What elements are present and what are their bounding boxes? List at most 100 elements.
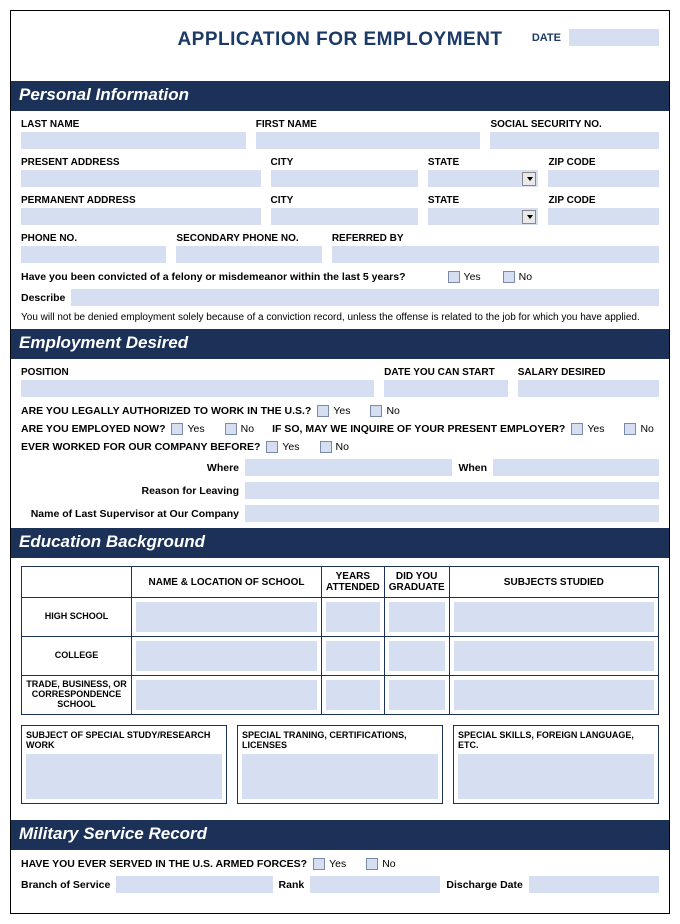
trade-name-input[interactable]	[136, 680, 317, 710]
training-input[interactable]	[242, 754, 438, 799]
label-discharge: Discharge Date	[446, 879, 522, 891]
served-question: HAVE YOU EVER SERVED IN THE U.S. ARMED F…	[21, 858, 307, 870]
rank-input[interactable]	[310, 876, 440, 893]
hs-graduate-input[interactable]	[389, 602, 445, 632]
hs-name-input[interactable]	[136, 602, 317, 632]
education-table: NAME & LOCATION OF SCHOOL YEARS ATTENDED…	[21, 566, 659, 715]
label-reason-leaving: Reason for Leaving	[21, 485, 239, 497]
page-title: APPLICATION FOR EMPLOYMENT	[177, 29, 502, 51]
label-describe: Describe	[21, 292, 65, 304]
trade-subjects-input[interactable]	[454, 680, 654, 710]
th-name-loc: NAME & LOCATION OF SCHOOL	[132, 567, 322, 598]
college-name-input[interactable]	[136, 641, 317, 671]
label-special-study: SUBJECT OF SPECIAL STUDY/RESEARCH WORK	[26, 730, 222, 750]
label-last-name: LAST NAME	[21, 119, 246, 130]
label-position: POSITION	[21, 367, 374, 378]
salary-input[interactable]	[518, 380, 659, 397]
college-subjects-input[interactable]	[454, 641, 654, 671]
hs-subjects-input[interactable]	[454, 602, 654, 632]
supervisor-input[interactable]	[245, 505, 659, 522]
form-page: APPLICATION FOR EMPLOYMENT DATE Personal…	[10, 10, 670, 914]
table-row: COLLEGE	[22, 637, 659, 676]
zip1-input[interactable]	[548, 170, 659, 187]
checkbox-icon	[503, 271, 515, 283]
felony-yes[interactable]: Yes	[448, 271, 481, 283]
inquire-no[interactable]: No	[624, 423, 653, 435]
secondary-phone-input[interactable]	[176, 246, 321, 263]
referred-by-input[interactable]	[332, 246, 659, 263]
branch-input[interactable]	[116, 876, 272, 893]
where-input[interactable]	[245, 459, 452, 476]
worked-before-yes[interactable]: Yes	[266, 441, 299, 453]
row-college: COLLEGE	[22, 637, 132, 676]
authorized-yes[interactable]: Yes	[317, 405, 350, 417]
college-graduate-input[interactable]	[389, 641, 445, 671]
worked-before-no[interactable]: No	[320, 441, 349, 453]
felony-no[interactable]: No	[503, 271, 532, 283]
section-military: Military Service Record	[11, 820, 669, 850]
checkbox-icon	[370, 405, 382, 417]
last-name-input[interactable]	[21, 132, 246, 149]
skills-input[interactable]	[458, 754, 654, 799]
th-subjects: SUBJECTS STUDIED	[449, 567, 658, 598]
row-trade: TRADE, BUSINESS, OR CORRESPONDENCE SCHOO…	[22, 676, 132, 715]
discharge-input[interactable]	[529, 876, 659, 893]
served-yes[interactable]: Yes	[313, 858, 346, 870]
authorized-question: ARE YOU LEGALLY AUTHORIZED TO WORK IN TH…	[21, 405, 311, 417]
when-input[interactable]	[493, 459, 659, 476]
inquire-yes[interactable]: Yes	[571, 423, 604, 435]
position-input[interactable]	[21, 380, 374, 397]
college-years-input[interactable]	[326, 641, 380, 671]
skills-box: SPECIAL SKILLS, FOREIGN LANGUAGE, ETC.	[453, 725, 659, 804]
table-row: HIGH SCHOOL	[22, 598, 659, 637]
label-rank: Rank	[279, 879, 305, 891]
checkbox-icon	[225, 423, 237, 435]
state1-select[interactable]	[428, 170, 539, 187]
checkbox-icon	[171, 423, 183, 435]
employed-yes[interactable]: Yes	[171, 423, 204, 435]
table-row: TRADE, BUSINESS, OR CORRESPONDENCE SCHOO…	[22, 676, 659, 715]
label-secondary-phone: SECONDARY PHONE NO.	[176, 233, 321, 244]
label-training: SPECIAL TRANING, CERTIFICATIONS, LICENSE…	[242, 730, 438, 750]
date-start-input[interactable]	[384, 380, 508, 397]
label-date-start: DATE YOU CAN START	[384, 367, 508, 378]
permanent-address-input[interactable]	[21, 208, 261, 225]
city2-input[interactable]	[271, 208, 418, 225]
label-phone: PHONE NO.	[21, 233, 166, 244]
label-zip2: ZIP CODE	[548, 195, 659, 206]
phone-input[interactable]	[21, 246, 166, 263]
city1-input[interactable]	[271, 170, 418, 187]
state2-select[interactable]	[428, 208, 539, 225]
special-study-input[interactable]	[26, 754, 222, 799]
row-high-school: HIGH SCHOOL	[22, 598, 132, 637]
label-state2: STATE	[428, 195, 539, 206]
header: APPLICATION FOR EMPLOYMENT DATE	[21, 29, 659, 51]
trade-years-input[interactable]	[326, 680, 380, 710]
reason-leaving-input[interactable]	[245, 482, 659, 499]
describe-input[interactable]	[71, 289, 659, 306]
zip2-input[interactable]	[548, 208, 659, 225]
date-input[interactable]	[569, 29, 659, 46]
label-branch: Branch of Service	[21, 879, 110, 891]
checkbox-icon	[571, 423, 583, 435]
hs-years-input[interactable]	[326, 602, 380, 632]
conviction-disclaimer: You will not be denied employment solely…	[21, 312, 659, 323]
label-supervisor: Name of Last Supervisor at Our Company	[21, 508, 239, 520]
first-name-input[interactable]	[256, 132, 481, 149]
ssn-input[interactable]	[490, 132, 659, 149]
employed-no[interactable]: No	[225, 423, 254, 435]
label-first-name: FIRST NAME	[256, 119, 481, 130]
special-study-box: SUBJECT OF SPECIAL STUDY/RESEARCH WORK	[21, 725, 227, 804]
date-label: DATE	[532, 32, 561, 44]
present-address-input[interactable]	[21, 170, 261, 187]
training-box: SPECIAL TRANING, CERTIFICATIONS, LICENSE…	[237, 725, 443, 804]
checkbox-icon	[320, 441, 332, 453]
served-no[interactable]: No	[366, 858, 395, 870]
inquire-question: IF SO, MAY WE INQUIRE OF YOUR PRESENT EM…	[272, 423, 565, 435]
employed-now-question: ARE YOU EMPLOYED NOW?	[21, 423, 165, 435]
felony-question: Have you been convicted of a felony or m…	[21, 271, 406, 283]
label-when: When	[458, 462, 487, 474]
worked-before-question: EVER WORKED FOR OUR COMPANY BEFORE?	[21, 441, 260, 453]
trade-graduate-input[interactable]	[389, 680, 445, 710]
authorized-no[interactable]: No	[370, 405, 399, 417]
